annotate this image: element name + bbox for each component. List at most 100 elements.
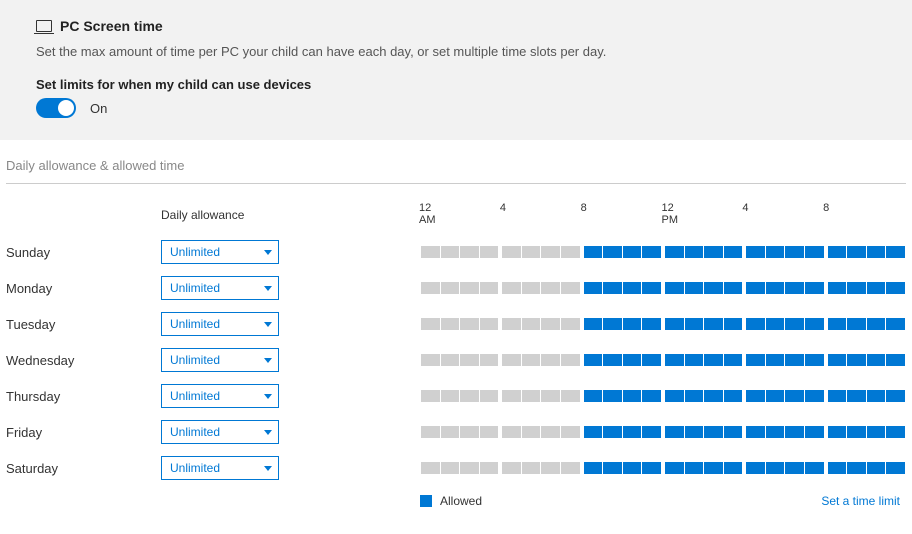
time-slot[interactable] <box>665 426 684 438</box>
time-slot[interactable] <box>805 390 824 402</box>
time-slot[interactable] <box>665 246 684 258</box>
time-slot[interactable] <box>480 354 499 366</box>
time-slot[interactable] <box>460 354 479 366</box>
time-slot[interactable] <box>766 426 785 438</box>
time-slot[interactable] <box>522 462 541 474</box>
time-slot[interactable] <box>584 318 603 330</box>
time-slot[interactable] <box>828 282 847 294</box>
time-slot[interactable] <box>828 426 847 438</box>
time-slot[interactable] <box>766 318 785 330</box>
time-slot[interactable] <box>886 390 905 402</box>
time-slot[interactable] <box>847 390 866 402</box>
time-slot-row[interactable] <box>421 318 906 330</box>
time-slot[interactable] <box>886 282 905 294</box>
time-slot[interactable] <box>785 426 804 438</box>
time-slot[interactable] <box>886 318 905 330</box>
time-slot[interactable] <box>642 390 661 402</box>
time-slot[interactable] <box>665 282 684 294</box>
time-slot[interactable] <box>685 426 704 438</box>
time-slot[interactable] <box>847 318 866 330</box>
allowance-select[interactable]: Unlimited <box>161 240 279 264</box>
time-slot[interactable] <box>561 246 580 258</box>
time-slot[interactable] <box>441 390 460 402</box>
time-slot[interactable] <box>522 282 541 294</box>
time-slot[interactable] <box>522 354 541 366</box>
time-slot[interactable] <box>460 318 479 330</box>
time-slot[interactable] <box>441 426 460 438</box>
time-slot[interactable] <box>665 390 684 402</box>
time-slot[interactable] <box>502 318 521 330</box>
time-slot[interactable] <box>785 246 804 258</box>
time-slot[interactable] <box>847 462 866 474</box>
time-slot[interactable] <box>603 390 622 402</box>
time-slot[interactable] <box>642 354 661 366</box>
time-slot[interactable] <box>805 354 824 366</box>
time-slot[interactable] <box>603 354 622 366</box>
time-slot[interactable] <box>541 354 560 366</box>
time-slot[interactable] <box>847 354 866 366</box>
time-slot[interactable] <box>584 462 603 474</box>
time-slot[interactable] <box>785 282 804 294</box>
time-slot[interactable] <box>867 318 886 330</box>
time-slot[interactable] <box>584 282 603 294</box>
time-slot[interactable] <box>704 426 723 438</box>
time-slot[interactable] <box>785 318 804 330</box>
time-slot[interactable] <box>421 462 440 474</box>
time-slot[interactable] <box>642 282 661 294</box>
time-slot-row[interactable] <box>421 462 906 474</box>
time-slot[interactable] <box>502 354 521 366</box>
time-slot[interactable] <box>480 426 499 438</box>
time-slot[interactable] <box>561 462 580 474</box>
time-slot[interactable] <box>785 390 804 402</box>
time-slot[interactable] <box>561 390 580 402</box>
time-slot[interactable] <box>603 246 622 258</box>
time-slot[interactable] <box>805 246 824 258</box>
time-slot[interactable] <box>541 246 560 258</box>
time-slot[interactable] <box>541 282 560 294</box>
time-slot[interactable] <box>867 354 886 366</box>
allowance-select[interactable]: Unlimited <box>161 456 279 480</box>
time-slot-row[interactable] <box>421 390 906 402</box>
time-slot[interactable] <box>502 462 521 474</box>
time-slot[interactable] <box>522 426 541 438</box>
time-slot[interactable] <box>480 246 499 258</box>
time-slot[interactable] <box>847 282 866 294</box>
time-slot[interactable] <box>460 246 479 258</box>
time-slot[interactable] <box>584 426 603 438</box>
time-slot[interactable] <box>746 282 765 294</box>
time-slot[interactable] <box>685 318 704 330</box>
time-slot-row[interactable] <box>421 282 906 294</box>
time-slot[interactable] <box>541 318 560 330</box>
time-slot[interactable] <box>847 246 866 258</box>
time-slot[interactable] <box>886 246 905 258</box>
time-slot[interactable] <box>828 246 847 258</box>
time-slot[interactable] <box>623 390 642 402</box>
time-slot[interactable] <box>766 246 785 258</box>
time-slot[interactable] <box>805 318 824 330</box>
time-slot[interactable] <box>421 318 440 330</box>
time-slot[interactable] <box>502 246 521 258</box>
time-slot[interactable] <box>522 318 541 330</box>
time-slot[interactable] <box>746 318 765 330</box>
time-slot[interactable] <box>828 318 847 330</box>
time-slot[interactable] <box>502 426 521 438</box>
time-slot[interactable] <box>623 426 642 438</box>
time-slot[interactable] <box>724 282 743 294</box>
allowance-select[interactable]: Unlimited <box>161 384 279 408</box>
time-slot[interactable] <box>441 318 460 330</box>
time-slot[interactable] <box>746 354 765 366</box>
time-slot[interactable] <box>785 462 804 474</box>
time-slot[interactable] <box>541 462 560 474</box>
time-slot[interactable] <box>460 462 479 474</box>
time-slot[interactable] <box>766 462 785 474</box>
time-slot[interactable] <box>704 318 723 330</box>
time-slot[interactable] <box>522 246 541 258</box>
time-slot[interactable] <box>480 318 499 330</box>
time-slot[interactable] <box>541 390 560 402</box>
time-slot[interactable] <box>886 354 905 366</box>
time-slot[interactable] <box>685 462 704 474</box>
time-slot[interactable] <box>460 390 479 402</box>
time-slot[interactable] <box>584 246 603 258</box>
time-slot[interactable] <box>704 282 723 294</box>
time-slot[interactable] <box>685 390 704 402</box>
